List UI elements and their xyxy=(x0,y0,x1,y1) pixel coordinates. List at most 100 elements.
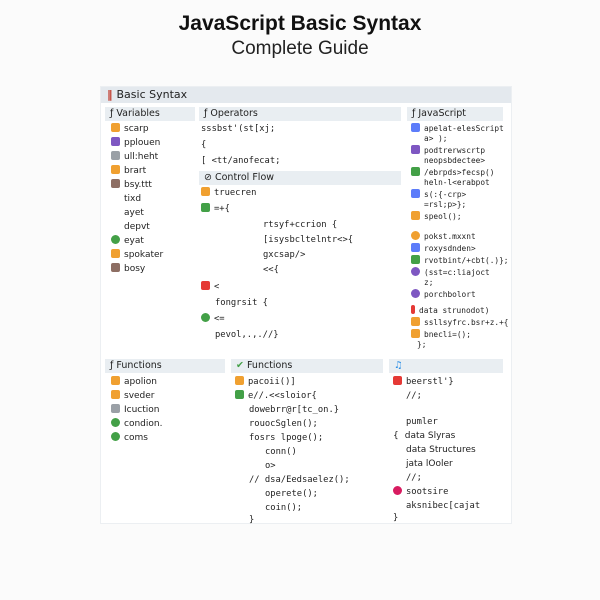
code-line: sootsire xyxy=(393,486,448,498)
flow-icon xyxy=(201,203,210,212)
variable-icon xyxy=(111,179,120,188)
control-flow-icon: ⊘ xyxy=(204,172,215,183)
code-line: conn() xyxy=(265,447,297,457)
code-icon xyxy=(411,167,420,176)
code-line: (sst=c:liajoct xyxy=(411,267,490,279)
sheet-header-label: Basic Syntax xyxy=(116,88,188,101)
page-subtitle: Complete Guide xyxy=(231,38,369,59)
code-line: pacoii()] xyxy=(235,376,296,388)
list-item: ayet xyxy=(124,208,144,218)
code-line: porchbolort xyxy=(411,289,476,301)
list-item: pplouen xyxy=(111,137,160,149)
list-item: bosy xyxy=(111,263,145,275)
code-line: [isysbcltelntr<>{ xyxy=(263,235,354,245)
code-line: jata lOoler xyxy=(406,459,453,469)
javascript-panel: ƒ JavaScript apelat-elesScript a> ); pod… xyxy=(407,107,509,349)
code-line: =rsl;p>}; xyxy=(424,200,467,209)
js-logo-icon: ‖ xyxy=(107,88,113,101)
data-structures-panel: ♫ beerstl'} //; pumler {data Slyras data… xyxy=(389,359,503,523)
page-title: JavaScript Basic Syntax xyxy=(178,12,422,35)
code-line: rouocSglen(); xyxy=(249,419,318,429)
operators-header: ƒ Operators xyxy=(199,107,401,121)
function-icon xyxy=(111,418,120,427)
js-icon: ♫ xyxy=(394,360,403,371)
variables-header: ƒ Variables xyxy=(105,107,195,121)
function-icon xyxy=(111,376,120,385)
code-icon xyxy=(235,376,244,385)
code-line: rtsyf+ccrion { xyxy=(263,220,338,230)
code-icon xyxy=(411,267,420,276)
functions-check-icon: ✔ xyxy=(236,360,247,371)
list-item: eyat xyxy=(111,235,144,247)
code-line: o> xyxy=(265,461,276,471)
control-flow-panel: ⊘ Control Flow truecren =+{ rtsyf+ccrion… xyxy=(199,171,401,341)
functions-panel-1: ƒ Functions apolion sveder Icuction cond… xyxy=(105,359,225,449)
list-item: tixd xyxy=(124,194,142,204)
code-line: gxcsap/> xyxy=(263,250,306,260)
data-structures-header: ♫ xyxy=(389,359,503,373)
code-line: <= xyxy=(201,313,225,325)
code-line: fosrs lpoge(); xyxy=(249,433,324,443)
code-line: coin(); xyxy=(265,503,303,513)
function-icon xyxy=(111,390,120,399)
operators-panel: ƒ Operators sssbst'(st[xj; { [ <tt/anofe… xyxy=(199,107,401,167)
variable-icon xyxy=(111,263,120,272)
code-line: a> ); xyxy=(424,134,448,143)
code-icon xyxy=(411,255,420,264)
code-line: // dsa/Eedsaelez(); xyxy=(249,475,350,485)
code-line: }; xyxy=(417,340,427,349)
flow-icon xyxy=(201,281,210,290)
list-item: condion. xyxy=(111,418,162,430)
code-icon xyxy=(235,390,244,399)
list-item: sveder xyxy=(111,390,155,402)
code-line: =+{ xyxy=(201,203,230,215)
code-line: z; xyxy=(424,278,434,287)
code-line: dowebrr@r[tc_on.} xyxy=(249,405,340,415)
code-icon xyxy=(411,231,420,240)
functions-header-2: ✔ Functions xyxy=(231,359,383,373)
list-item: Icuction xyxy=(111,404,160,416)
code-line: fongrsit { xyxy=(215,298,268,308)
code-icon xyxy=(393,376,402,385)
function-icon xyxy=(111,432,120,441)
code-line: aksnibec[cajat xyxy=(406,501,481,511)
variable-icon xyxy=(111,165,120,174)
list-item: brart xyxy=(111,165,146,177)
list-item: ull:heht xyxy=(111,151,158,163)
code-line: {data Slyras xyxy=(393,431,456,441)
code-line: operete(); xyxy=(265,489,318,499)
functions-panel-2: ✔ Functions pacoii()] e//.<<sloior{ dowe… xyxy=(231,359,383,525)
variable-icon xyxy=(111,235,120,244)
variable-icon xyxy=(111,137,120,146)
sheet-header: ‖ Basic Syntax xyxy=(101,87,511,103)
code-line: <<{ xyxy=(263,265,279,275)
list-item: spokater xyxy=(111,249,163,261)
code-icon xyxy=(411,317,420,326)
code-icon xyxy=(411,289,420,298)
flow-icon xyxy=(201,313,210,322)
flow-icon xyxy=(201,187,210,196)
control-flow-header: ⊘ Control Flow xyxy=(199,171,401,185)
brace-icon: { xyxy=(393,431,399,441)
code-line: } xyxy=(249,515,255,525)
code-line: neopsbdectee> xyxy=(424,156,486,165)
code-icon xyxy=(411,145,420,154)
code-icon xyxy=(393,486,402,495)
code-line: { xyxy=(201,140,207,150)
code-line: pevol,.,.//} xyxy=(215,330,279,340)
code-line: truecren xyxy=(201,187,256,199)
variable-icon xyxy=(111,249,120,258)
code-line: sssbst'(st[xj; xyxy=(201,124,276,134)
code-line: rvotbint/+cbt(.)}; xyxy=(411,255,509,267)
code-line: //; xyxy=(406,473,422,483)
code-line: pumler xyxy=(406,417,438,427)
code-line: roxysdnden> xyxy=(411,243,476,255)
code-icon xyxy=(411,243,420,252)
code-icon xyxy=(411,329,420,338)
code-line: speol(); xyxy=(411,211,462,223)
code-line: heln-l<erabpot xyxy=(424,178,490,187)
code-line: [ <tt/anofecat; xyxy=(201,156,281,166)
code-line: data strunodot) xyxy=(411,305,489,317)
list-item: depvt xyxy=(124,222,150,232)
code-line: < xyxy=(201,281,219,293)
